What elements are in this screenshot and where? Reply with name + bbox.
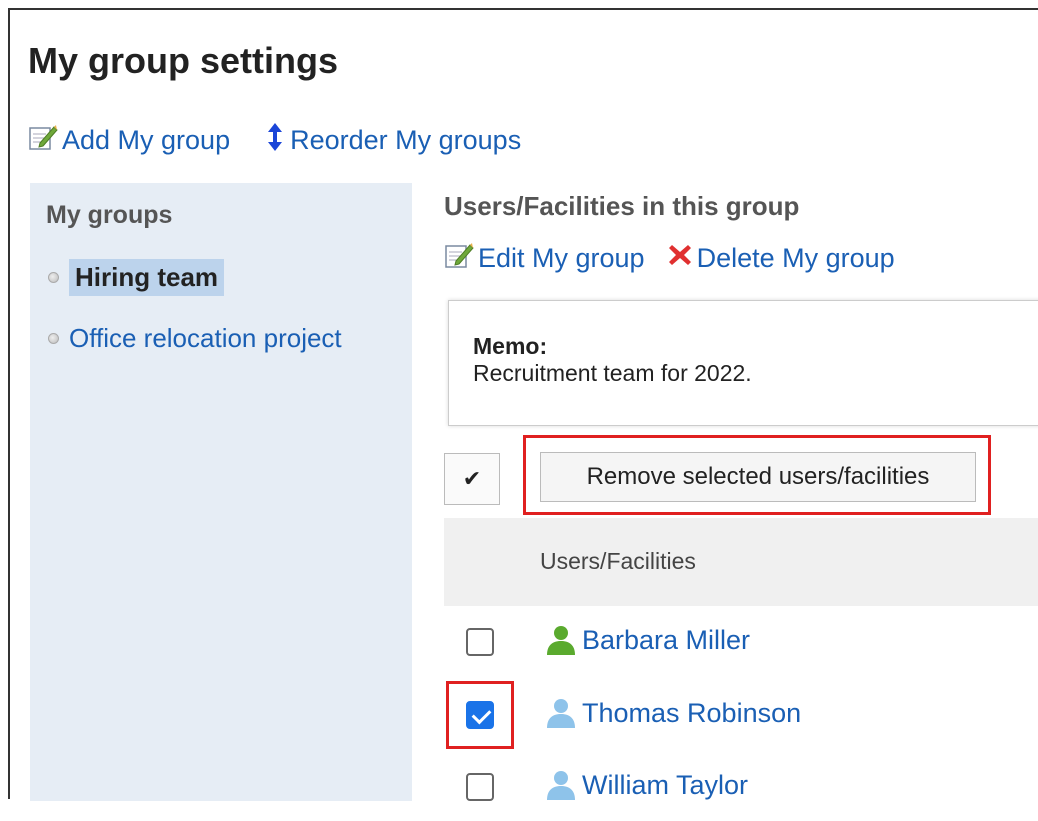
sidebar-heading: My groups <box>46 201 173 229</box>
table-row: William Taylor <box>444 751 1038 821</box>
add-my-group-label: Add My group <box>62 125 231 155</box>
user-name: Barbara Miller <box>582 624 751 655</box>
user-icon <box>547 771 575 800</box>
edit-note-icon <box>28 123 58 158</box>
check-all-button[interactable]: ✔ <box>444 453 500 505</box>
sidebar-item-label: Office relocation project <box>69 323 342 353</box>
user-link[interactable]: Barbara Miller <box>544 624 750 656</box>
column-header-users-facilities: Users/Facilities <box>540 548 696 574</box>
user-checkbox[interactable] <box>466 701 494 729</box>
remove-selected-button[interactable]: Remove selected users/facilities <box>540 452 976 502</box>
my-groups-sidebar: My groups Hiring team Office relocation … <box>30 183 412 801</box>
page-title: My group settings <box>28 40 339 81</box>
memo-box: Memo: Recruitment team for 2022. <box>448 300 1038 426</box>
user-icon <box>547 626 575 655</box>
group-actions: Edit My group Delete My group <box>444 241 895 276</box>
toolbar: Add My group Reorder My groups <box>28 122 521 159</box>
table-row: Thomas Robinson <box>444 679 1038 749</box>
bullet-icon <box>48 333 59 344</box>
sidebar-item-office-relocation-project[interactable]: Office relocation project <box>48 323 342 354</box>
delete-my-group-link[interactable]: Delete My group <box>667 242 895 275</box>
delete-my-group-label: Delete My group <box>696 243 895 273</box>
section-title: Users/Facilities in this group <box>444 191 800 221</box>
delete-x-icon <box>667 242 693 275</box>
window-frame: My group settings Add My group Reorder M… <box>8 8 1038 801</box>
user-name: William Taylor <box>582 769 749 800</box>
edit-my-group-link[interactable]: Edit My group <box>444 241 645 276</box>
memo-text: Recruitment team for 2022. <box>473 360 752 386</box>
add-my-group-link[interactable]: Add My group <box>28 123 230 158</box>
reorder-my-groups-link[interactable]: Reorder My groups <box>264 122 521 159</box>
edit-note-icon <box>444 241 474 276</box>
table-header: Users/Facilities <box>444 518 1038 606</box>
remove-button-highlight: Remove selected users/facilities <box>523 435 991 515</box>
up-down-arrow-icon <box>264 122 286 159</box>
bullet-icon <box>48 272 59 283</box>
edit-my-group-label: Edit My group <box>478 243 645 273</box>
user-checkbox[interactable] <box>466 773 494 801</box>
user-link[interactable]: William Taylor <box>544 769 748 801</box>
user-icon <box>547 699 575 728</box>
sidebar-item-label: Hiring team <box>69 259 225 296</box>
table-row: Barbara Miller <box>444 606 1038 676</box>
sidebar-item-hiring-team[interactable]: Hiring team <box>48 259 225 296</box>
memo-label: Memo: <box>473 333 548 359</box>
user-checkbox[interactable] <box>466 628 494 656</box>
user-name: Thomas Robinson <box>582 697 802 728</box>
reorder-my-groups-label: Reorder My groups <box>290 125 522 155</box>
user-link[interactable]: Thomas Robinson <box>544 697 801 729</box>
